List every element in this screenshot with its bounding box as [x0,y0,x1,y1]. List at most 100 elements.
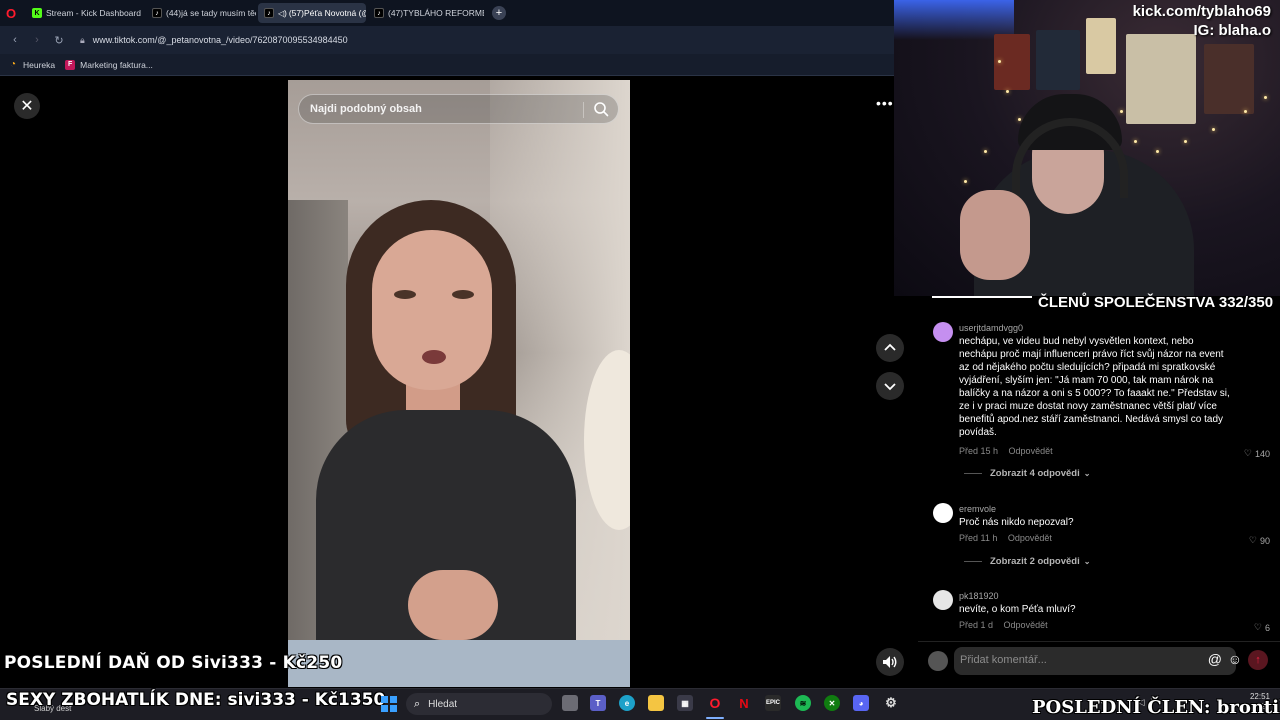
screen: O K Stream - Kick Dashboard ♪ (44)já se … [0,0,1280,720]
comment-meta: Před 11 h Odpovědět [959,533,1052,543]
comment-text: nechápu, ve videu bud nebyl vysvětlen ko… [959,336,1230,438]
video-person-eye [452,290,474,299]
search-icon[interactable] [593,101,609,117]
comment-item: eremvole Proč nás nikdo nepozval? Před 1… [918,503,1270,583]
heart-icon: ♡ [1253,622,1262,632]
avatar[interactable] [933,503,953,523]
view-replies-button[interactable]: Zobrazit 4 odpovědi ⌄ [964,468,1090,479]
video-person-mouth [422,350,446,364]
comment-username[interactable]: userjtdamdvgg0 [959,323,1023,333]
url-field[interactable]: www.tiktok.com/@_petanovotna_/video/7620… [93,35,348,45]
kick-channel-url: kick.com/tyblaho69 [1132,3,1271,20]
comment-item: pk181920 nevíte, o kom Péťa mluví? Před … [918,590,1270,635]
active-app-indicator [706,717,724,719]
divider [964,561,982,562]
wall-poster [1204,44,1254,114]
task-view-icon[interactable] [562,695,578,711]
last-donation-overlay: POSLEDNÍ DAŇ OD Sivi333 - Kč250 [4,653,343,673]
previous-video-button[interactable] [876,334,904,362]
tab-tiktok-1[interactable]: ♪ (44)já se tady musím těch [146,3,256,23]
mention-icon[interactable]: @ [1208,651,1222,667]
send-button[interactable]: ↑ [1248,650,1268,670]
more-options-icon[interactable]: ••• [876,95,894,111]
comment-meta: Před 1 d Odpovědět [959,620,1048,630]
divider [964,473,982,474]
view-replies-button[interactable]: Zobrazit 2 odpovědi ⌄ [964,556,1090,567]
volume-button[interactable] [876,648,904,676]
tiktok-viewer: ✕ ••• Najdi podobný obsah [0,77,918,687]
view-replies-label: Zobrazit 4 odpovědi [990,468,1080,479]
tab-kick-dashboard[interactable]: K Stream - Kick Dashboard [26,3,144,23]
discord-icon[interactable]: ◕ [853,695,869,711]
like-count: 6 [1264,622,1270,633]
comment-input[interactable]: Přidat komentář... [954,647,1236,675]
comment-item: userjtdamdvgg0 nechápu, ve videu bud neb… [918,322,1270,492]
heureka-icon: ◔ [9,59,17,70]
file-explorer-icon[interactable] [648,695,664,711]
view-replies-label: Zobrazit 2 odpovědi [990,556,1080,567]
webcam-feed: kick.com/tyblaho69 IG: blaha.o [894,0,1280,296]
like-count: 90 [1259,535,1270,546]
teams-icon[interactable]: T [590,695,606,711]
tiktok-icon: ♪ [152,8,162,18]
bookmark-marketing[interactable]: F Marketing faktura... [65,59,153,70]
tab-label: (44)já se tady musím těch [166,8,256,18]
bookmark-label: Marketing faktura... [80,59,153,70]
members-underline [932,296,1032,298]
comment-text: nevíte, o kom Péťa mluví? [959,604,1076,615]
xbox-icon[interactable]: ✕ [824,695,840,711]
wall-poster [1036,30,1080,90]
reply-button[interactable]: Odpovědět [1009,446,1053,456]
like-button[interactable]: ♡ 140 [1244,448,1270,459]
opera-taskbar-icon[interactable]: O [707,695,723,711]
close-icon[interactable]: ✕ [14,93,40,119]
like-button[interactable]: ♡ 90 [1249,535,1270,546]
emoji-icon[interactable]: ☺ [1228,651,1242,667]
streamer-hand [960,190,1030,280]
wall-poster [1086,18,1116,74]
store-icon[interactable]: ▦ [677,695,693,711]
avatar [928,651,948,671]
speaker-icon [883,656,897,668]
comment-text: Proč nás nikdo nepozval? [959,517,1074,528]
like-button[interactable]: ♡ 6 [1254,622,1270,633]
chevron-down-icon: ⌄ [1083,469,1091,478]
tab-tiktok-3[interactable]: ♪ (47)TYBLÁHO REFORMED [368,3,484,23]
address-bar: ‹ › ↻ 🔒︎ www.tiktok.com/@_petanovotna_/v… [0,26,894,54]
opera-icon[interactable]: O [4,6,18,21]
video-person-eye [394,290,416,299]
reply-button[interactable]: Odpovědět [1008,533,1052,543]
comment-time: Před 15 h [959,446,999,456]
settings-gear-icon[interactable]: ⚙ [883,695,899,711]
comment-username[interactable]: pk181920 [959,591,999,601]
tab-label: Stream - Kick Dashboard [46,8,141,18]
forward-arrow-icon[interactable]: › [28,34,46,46]
chevron-down-icon [884,383,896,391]
epic-games-icon[interactable]: EPIC [765,695,781,711]
comment-username[interactable]: eremvole [959,504,996,514]
search-icon: ⌕ [414,697,421,710]
tab-tiktok-active[interactable]: ♪ ◁) (57)Péťa Novotná (@ [258,3,366,23]
netflix-icon[interactable]: N [736,695,752,711]
bookmark-label: Heureka [23,59,56,70]
windows-start-icon[interactable] [381,696,397,712]
search-divider [583,102,584,118]
heart-icon: ♡ [1248,535,1257,545]
tab-label: (47)TYBLÁHO REFORMED [388,8,484,18]
reload-icon[interactable]: ↻ [50,34,68,47]
next-video-button[interactable] [876,372,904,400]
taskbar-search[interactable]: ⌕ Hledat [406,693,552,715]
avatar[interactable] [933,590,953,610]
spotify-icon[interactable]: ≋ [795,695,811,711]
new-tab-plus-icon[interactable]: + [492,6,506,20]
video-person-face [372,230,492,390]
back-arrow-icon[interactable]: ‹ [6,34,24,46]
reply-button[interactable]: Odpovědět [1004,620,1048,630]
edge-icon[interactable]: e [619,695,635,711]
chevron-up-icon [884,343,896,351]
bookmark-heureka[interactable]: ◔ Heureka [8,59,56,70]
similar-content-search[interactable]: Najdi podobný obsah [298,94,619,124]
video-player[interactable]: Najdi podobný obsah [288,80,630,687]
top-donor-overlay: SEXY ZBOHATLÍK DNE: sivi333 - Kč1350 [6,690,386,710]
avatar[interactable] [933,322,953,342]
